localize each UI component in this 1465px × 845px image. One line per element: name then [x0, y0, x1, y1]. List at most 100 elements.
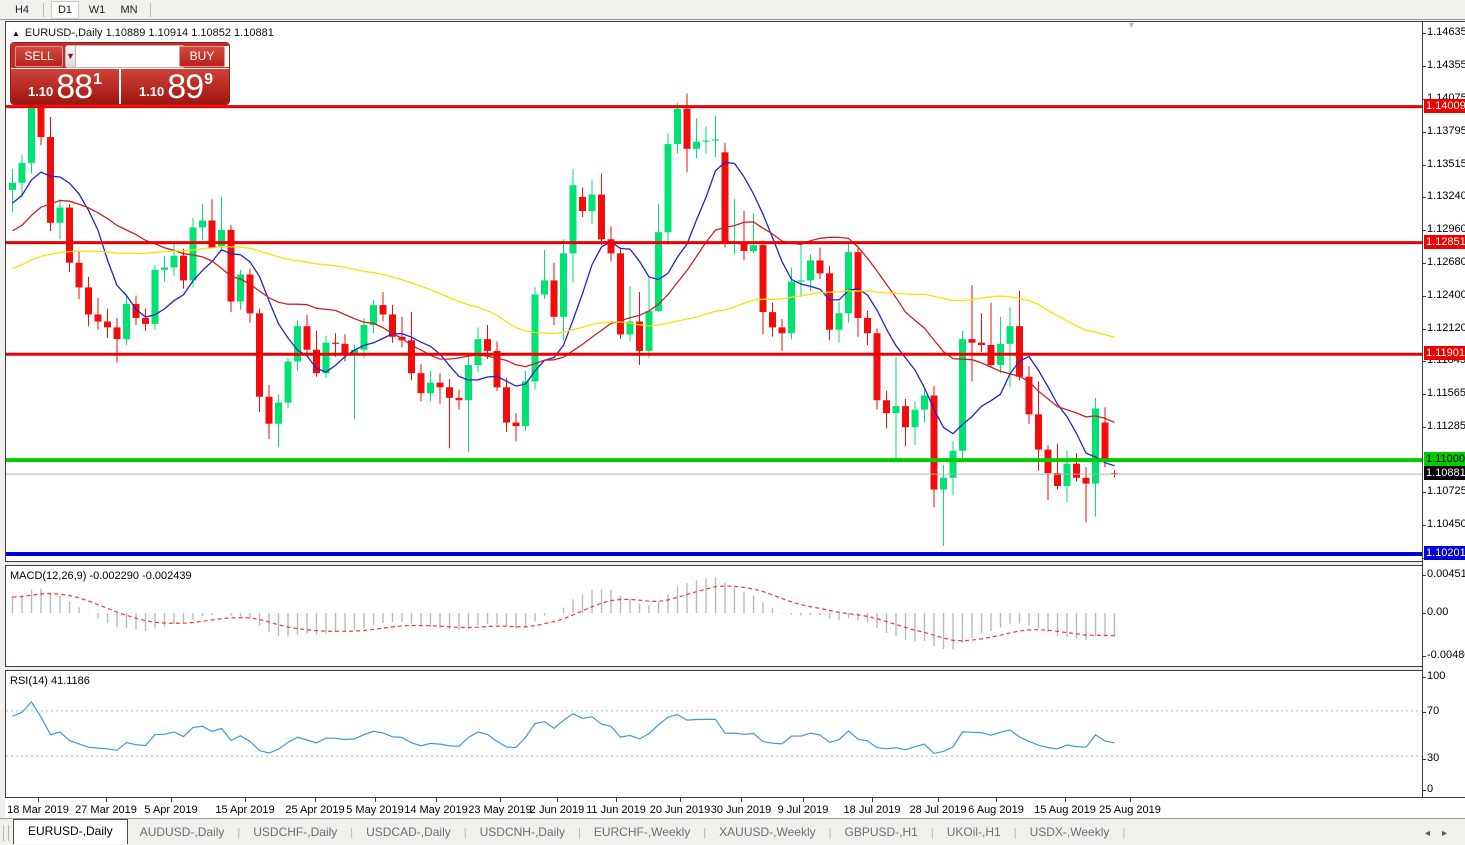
sell-price-panel[interactable]: 1.10881	[11, 69, 119, 105]
time-axis-label: 30 Jun 2019	[711, 804, 772, 816]
one-click-trading-widget: SELL ▼ ▲ BUY 1.10881 1.10899	[10, 42, 230, 105]
tab-separator: |	[578, 827, 581, 839]
time-axis-tick	[803, 798, 804, 802]
axis-tick-label: 1.11565	[1427, 387, 1465, 399]
price-level-badge: 1.10201	[1424, 546, 1465, 560]
symbol-tab-ukoil[interactable]: UKOil-,H1	[935, 821, 1013, 844]
collapse-triangle-icon[interactable]: ▲	[12, 29, 20, 38]
time-axis-tick	[315, 798, 316, 802]
axis-tick-label: 1.13795	[1427, 125, 1465, 137]
time-axis-tick	[245, 798, 246, 802]
price-level-badge: 1.12851	[1424, 235, 1465, 249]
buy-price-big: 89	[167, 72, 203, 102]
chart-ohlc-header: ▲ EURUSD-,Daily 1.10889 1.10914 1.10852 …	[12, 27, 274, 39]
rsi-axis-label: 30	[1427, 752, 1439, 764]
time-axis-tick	[436, 798, 437, 802]
rsi-axis-label: 100	[1427, 670, 1445, 682]
macd-axis-label: 0.00	[1427, 606, 1448, 618]
sell-price-small: 1.10	[28, 84, 53, 99]
timeframe-toolbar: H4 D1W1MN	[0, 0, 1465, 20]
time-axis-label: 18 Jul 2019	[844, 804, 901, 816]
symbol-tab-usdx[interactable]: USDX-,Weekly	[1018, 821, 1122, 844]
time-axis-tick	[171, 798, 172, 802]
time-axis-tick	[996, 798, 997, 802]
time-axis-label: 27 Mar 2019	[75, 804, 137, 816]
chart-shift-marker-icon[interactable]: ▼	[1127, 20, 1136, 30]
symbol-tab-usdchf[interactable]: USDCHF-,Daily	[241, 821, 349, 844]
macd-histogram	[13, 578, 1115, 650]
timeframe-button-w1[interactable]: W1	[83, 1, 111, 19]
buy-button[interactable]: BUY	[179, 46, 225, 67]
time-axis-tick	[680, 798, 681, 802]
time-axis-tick	[616, 798, 617, 802]
buy-price-sup: 9	[204, 71, 213, 89]
symbol-tab-eurusd[interactable]: EURUSD-,Daily	[13, 819, 128, 844]
symbol-tab-xauusd[interactable]: XAUUSD-,Weekly	[707, 821, 827, 844]
time-axis-label: 25 Apr 2019	[285, 804, 344, 816]
axis-tick-label: 1.10725	[1427, 485, 1465, 497]
time-axis[interactable]: 18 Mar 201927 Mar 20195 Apr 201915 Apr 2…	[5, 797, 1465, 819]
rsi-panel[interactable]: RSI(14) 41.1186	[6, 671, 1422, 797]
time-axis-label: 20 Jun 2019	[650, 804, 711, 816]
macd-canvas[interactable]	[6, 566, 1422, 666]
time-axis-label: 23 May 2019	[468, 804, 532, 816]
timeframe-button-h4[interactable]: H4	[8, 1, 36, 19]
symbol-tab-audusd[interactable]: AUDUSD-,Daily	[128, 821, 237, 844]
time-axis-label: 18 Mar 2019	[7, 804, 69, 816]
volume-decrease-icon[interactable]: ▼	[66, 46, 76, 67]
tab-separator: |	[1122, 827, 1125, 839]
symbol-ohlc-text: EURUSD-,Daily 1.10889 1.10914 1.10852 1.…	[25, 27, 274, 39]
time-axis-label: 14 May 2019	[404, 804, 468, 816]
axis-tick-label: 1.10450	[1427, 518, 1465, 530]
time-axis-tick	[1065, 798, 1066, 802]
time-axis-tick	[1130, 798, 1131, 802]
tab-separator: |	[829, 827, 832, 839]
symbol-tab-usdcad[interactable]: USDCAD-,Daily	[354, 821, 463, 844]
timeframe-button-d1[interactable]: D1	[51, 1, 79, 19]
rsi-axis-label: 70	[1427, 705, 1439, 717]
macd-panel[interactable]: MACD(12,26,9) -0.002290 -0.002439	[6, 566, 1422, 666]
rsi-line	[13, 702, 1115, 753]
symbol-tab-usdcnh[interactable]: USDCNH-,Daily	[468, 821, 577, 844]
axis-tick-label: 1.12960	[1427, 223, 1465, 235]
time-axis-label: 5 Apr 2019	[144, 804, 197, 816]
time-axis-tick	[375, 798, 376, 802]
timeframe-button-mn[interactable]: MN	[115, 1, 143, 19]
axis-tick-label: 1.13240	[1427, 190, 1465, 202]
volume-spinner: ▼ ▲	[65, 45, 185, 68]
candles-group	[9, 51, 1118, 546]
time-axis-label: 28 Jul 2019	[910, 804, 967, 816]
trading-terminal: { "toolbar": {"buttons": [ {"label": "H4…	[0, 0, 1465, 845]
sell-price-sup: 1	[93, 71, 102, 89]
rsi-canvas[interactable]	[6, 671, 1422, 797]
tab-separator: |	[931, 827, 934, 839]
price-level-badge: 1.11000	[1424, 452, 1465, 466]
time-axis-tick	[938, 798, 939, 802]
price-axis[interactable]: 1.146351.143551.140751.137951.135151.132…	[1423, 22, 1465, 797]
buy-price-panel[interactable]: 1.10899	[121, 69, 230, 105]
time-axis-label: 25 Aug 2019	[1099, 804, 1161, 816]
axis-tick-label: 1.12400	[1427, 289, 1465, 301]
symbol-tab-eurchf[interactable]: EURCHF-,Weekly	[582, 821, 702, 844]
symbol-tab-gbpusd[interactable]: GBPUSD-,H1	[832, 821, 929, 844]
axis-tick-label: 1.13515	[1427, 158, 1465, 170]
price-level-badge: 1.11901	[1424, 346, 1465, 360]
tab-separator: |	[350, 827, 353, 839]
current-price-badge: 1.10881	[1424, 466, 1465, 480]
time-axis-label: 2 Jun 2019	[530, 804, 584, 816]
axis-tick-label: 1.12120	[1427, 322, 1465, 334]
time-axis-label: 5 May 2019	[346, 804, 403, 816]
tab-scroll-arrows[interactable]: ◂▸	[1425, 828, 1459, 839]
time-axis-label: 9 Jul 2019	[778, 804, 829, 816]
axis-tick-label: 1.12680	[1427, 256, 1465, 268]
time-axis-tick	[38, 798, 39, 802]
time-axis-tick	[741, 798, 742, 802]
time-axis-tick	[500, 798, 501, 802]
sell-button[interactable]: SELL	[15, 46, 63, 67]
macd-axis-label: -0.004806	[1427, 649, 1465, 661]
tab-bar-grip[interactable]	[3, 825, 9, 841]
time-axis-label: 6 Aug 2019	[968, 804, 1024, 816]
macd-axis-label: 0.004517	[1427, 568, 1465, 580]
time-axis-tick	[872, 798, 873, 802]
axis-tick-label: 1.14635	[1427, 26, 1465, 38]
